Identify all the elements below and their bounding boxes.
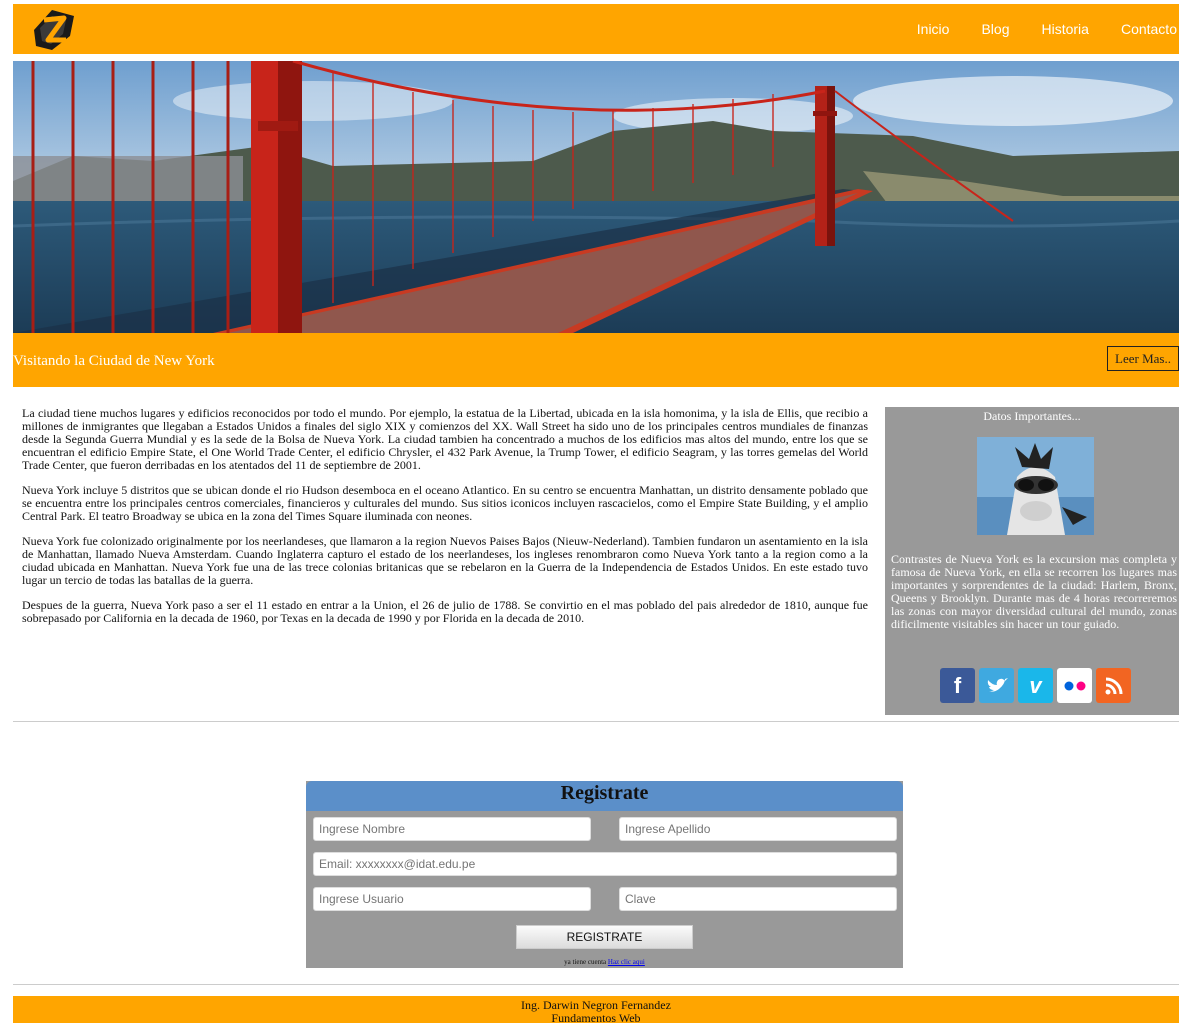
nav-blog-link[interactable]: Blog xyxy=(981,21,1009,37)
registrate-button[interactable]: REGISTRATE xyxy=(516,925,693,949)
register-form: Registrate REGISTRATE ya tiene cuenta Ha… xyxy=(306,781,903,968)
twitter-icon[interactable] xyxy=(979,668,1014,703)
usuario-input[interactable] xyxy=(313,887,591,911)
hero-caption-title: Visitando la Ciudad de New York xyxy=(13,353,215,369)
divider xyxy=(13,984,1179,985)
nombre-input[interactable] xyxy=(313,817,591,841)
rss-icon[interactable] xyxy=(1096,668,1131,703)
hero-caption-bar: Visitando la Ciudad de New York Leer Mas… xyxy=(13,333,1179,387)
footer-course: Fundamentos Web xyxy=(551,1011,641,1023)
clave-input[interactable] xyxy=(619,887,897,911)
facebook-icon[interactable]: f xyxy=(940,668,975,703)
register-title: Registrate xyxy=(306,781,903,811)
main-nav: Inicio Blog Historia Contacto xyxy=(885,4,1177,54)
article-paragraph: Nueva York incluye 5 distritos que se ub… xyxy=(22,483,868,523)
nav-historia-link[interactable]: Historia xyxy=(1041,21,1088,37)
email-input[interactable] xyxy=(313,852,897,876)
sidebar-text: Contrastes de Nueva York es la excursion… xyxy=(891,552,1177,631)
mascot-image xyxy=(977,437,1094,535)
login-link[interactable]: Haz clic aqui xyxy=(608,958,645,966)
header-bar: Inicio Blog Historia Contacto xyxy=(13,4,1179,54)
article-text: La ciudad tiene muchos lugares y edifici… xyxy=(22,407,868,637)
sidebar-panel: Datos Importantes... Contrastes de Nueva… xyxy=(885,407,1179,715)
social-icons: f v xyxy=(940,668,1131,703)
footer-bar: Ing. Darwin Negron Fernandez Fundamentos… xyxy=(13,996,1179,1023)
login-note: ya tiene cuenta Haz clic aqui xyxy=(306,958,903,966)
vimeo-icon[interactable]: v xyxy=(1018,668,1053,703)
hero-image-golden-gate xyxy=(13,61,1179,333)
nav-inicio-link[interactable]: Inicio xyxy=(917,21,950,37)
site-logo[interactable] xyxy=(30,6,78,52)
divider xyxy=(13,721,1179,722)
article-paragraph: Nueva York fue colonizado originalmente … xyxy=(22,534,868,587)
login-note-text: ya tiene cuenta xyxy=(564,958,607,966)
flickr-icon[interactable] xyxy=(1057,668,1092,703)
apellido-input[interactable] xyxy=(619,817,897,841)
sidebar-title: Datos Importantes... xyxy=(983,409,1081,423)
nav-contacto-link[interactable]: Contacto xyxy=(1121,21,1177,37)
leer-mas-button[interactable]: Leer Mas.. xyxy=(1107,346,1179,371)
article-paragraph: Despues de la guerra, Nueva York paso a … xyxy=(22,598,868,625)
article-paragraph: La ciudad tiene muchos lugares y edifici… xyxy=(22,406,868,472)
